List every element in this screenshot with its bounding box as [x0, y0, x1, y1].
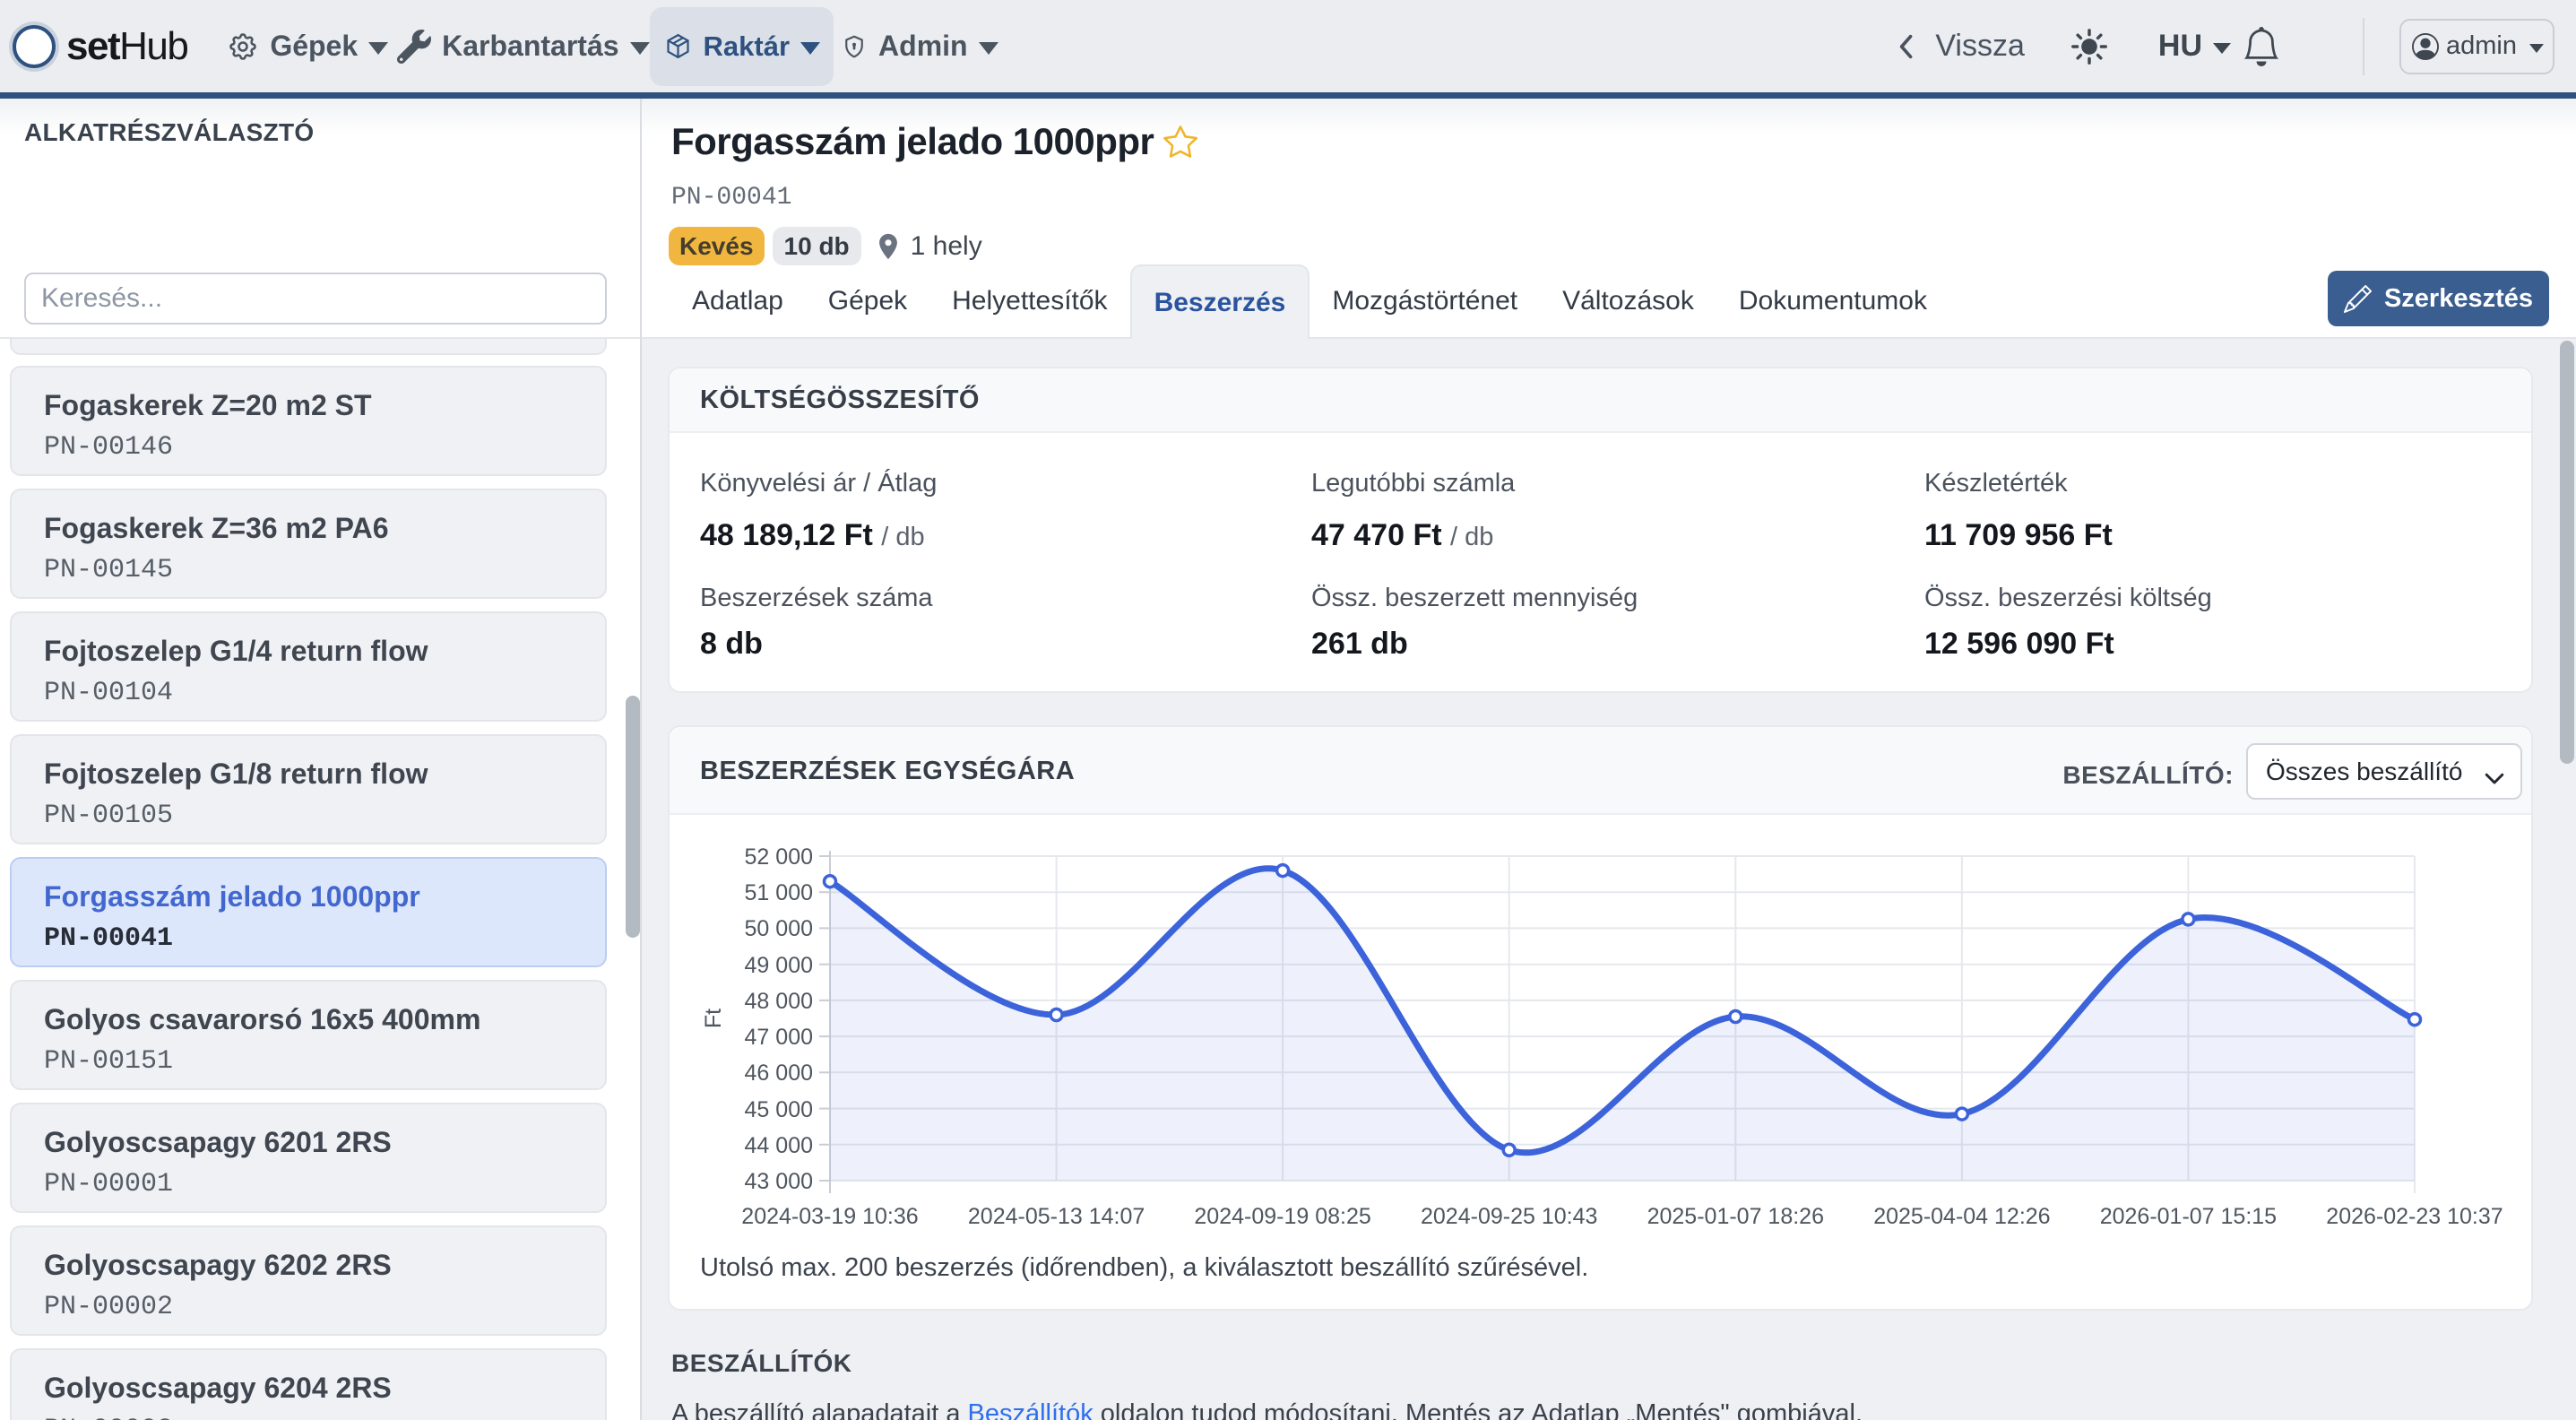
svg-text:47 000: 47 000: [745, 1025, 813, 1050]
svg-text:2026-02-23 10:37: 2026-02-23 10:37: [2326, 1204, 2503, 1229]
svg-text:2024-09-19 08:25: 2024-09-19 08:25: [1194, 1204, 1370, 1229]
svg-text:52 000: 52 000: [745, 844, 813, 870]
svg-text:2024-05-13 14:07: 2024-05-13 14:07: [968, 1204, 1145, 1229]
svg-text:44 000: 44 000: [745, 1133, 813, 1158]
svg-text:2025-01-07 18:26: 2025-01-07 18:26: [1647, 1204, 1824, 1229]
svg-text:2026-01-07 15:15: 2026-01-07 15:15: [2100, 1204, 2277, 1229]
svg-text:Ft: Ft: [701, 1009, 726, 1028]
svg-text:43 000: 43 000: [745, 1169, 813, 1194]
svg-text:45 000: 45 000: [745, 1097, 813, 1122]
svg-text:46 000: 46 000: [745, 1061, 813, 1086]
svg-text:49 000: 49 000: [745, 953, 813, 978]
svg-text:51 000: 51 000: [745, 880, 813, 905]
svg-text:48 000: 48 000: [745, 989, 813, 1014]
svg-text:50 000: 50 000: [745, 916, 813, 941]
svg-text:2024-09-25 10:43: 2024-09-25 10:43: [1421, 1204, 1597, 1229]
svg-text:2025-04-04 12:26: 2025-04-04 12:26: [1873, 1204, 2050, 1229]
svg-text:2024-03-19 10:36: 2024-03-19 10:36: [741, 1204, 918, 1229]
